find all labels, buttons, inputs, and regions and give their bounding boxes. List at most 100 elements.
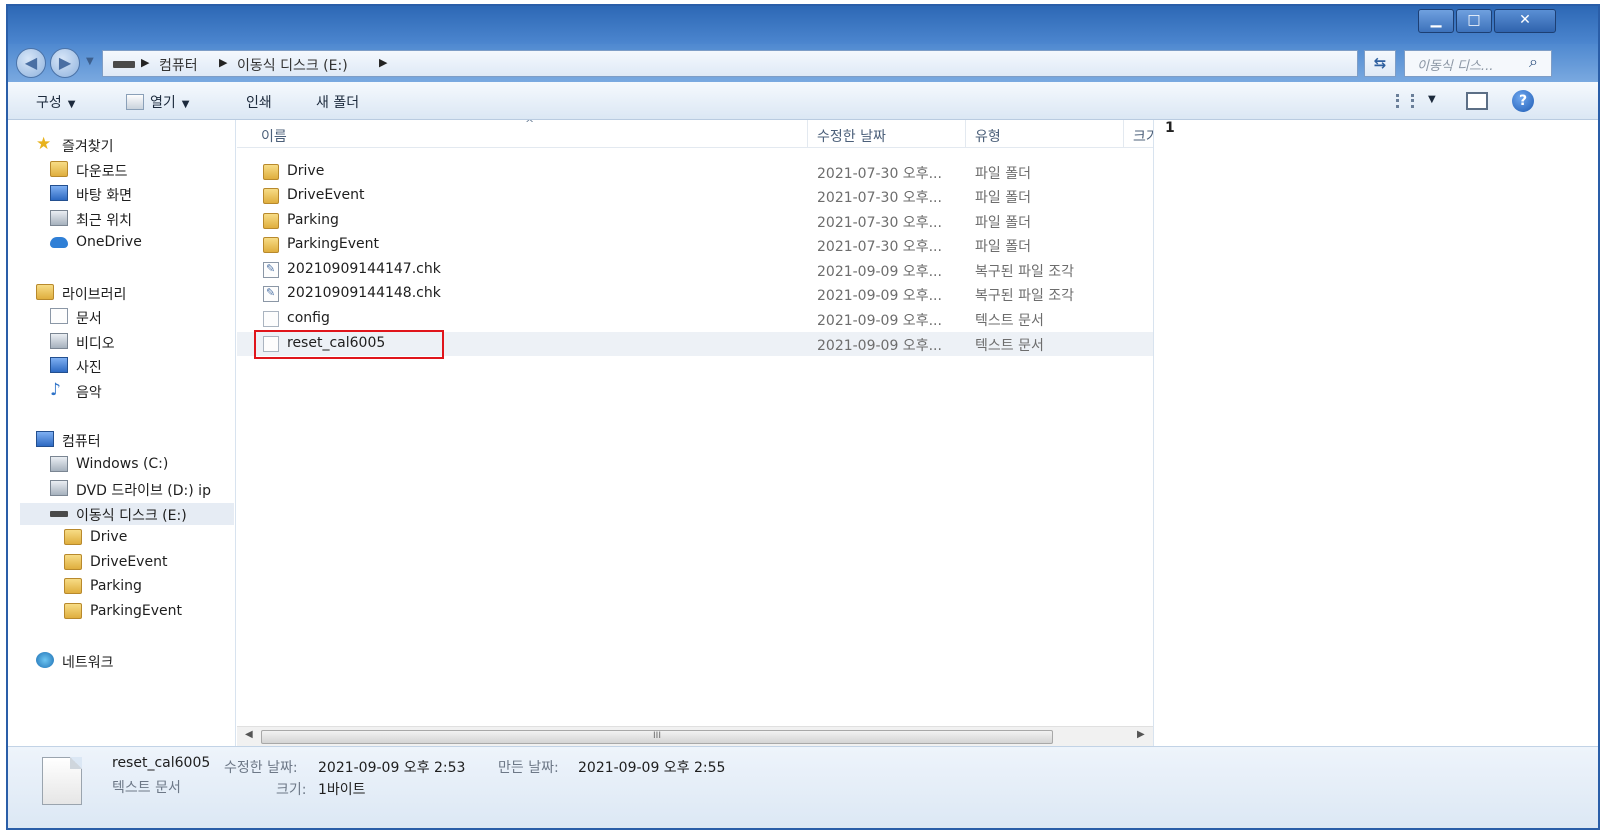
- command-bar: 구성 ▼ 열기 ▼ 인쇄 새 폴더 ▼ ?: [8, 82, 1598, 120]
- folder-icon: [64, 529, 82, 545]
- file-row[interactable]: 20210909144148.chk 2021-09-09 오후... 복구된 …: [237, 282, 1153, 306]
- column-name[interactable]: 이름: [261, 126, 287, 146]
- file-row[interactable]: Drive 2021-07-30 오후... 파일 폴더: [237, 160, 1153, 184]
- file-name: Parking: [287, 212, 339, 228]
- file-type: 파일 폴더: [975, 239, 1031, 255]
- open-button[interactable]: 열기 ▼: [126, 92, 189, 112]
- recent-places-icon: [50, 210, 68, 226]
- breadcrumb-separator[interactable]: ▶: [141, 56, 149, 69]
- highlight-box: [254, 330, 444, 359]
- help-button[interactable]: ?: [1512, 90, 1534, 112]
- file-date: 2021-07-30 오후...: [817, 190, 942, 206]
- column-header-row: ^ 이름 수정한 날짜 유형 크기: [237, 120, 1153, 148]
- explorer-window: ▁ □ ✕ ◀ ▶ ▼ ▶ 컴퓨터 ▶ 이동식 디스크 (E:) ▶ ▼ ⇆ 이…: [6, 4, 1600, 830]
- preview-pane-button[interactable]: [1466, 92, 1488, 110]
- preview-pane: 1: [1155, 120, 1598, 746]
- search-icon[interactable]: ⌕: [1529, 52, 1538, 72]
- title-bar: ▁ □ ✕: [8, 6, 1598, 44]
- nav-label: 비디오: [76, 336, 115, 352]
- nav-drive-e[interactable]: 이동식 디스크 (E:): [20, 503, 234, 525]
- chevron-down-icon: ▼: [181, 99, 190, 110]
- file-row[interactable]: ParkingEvent 2021-07-30 오후... 파일 폴더: [237, 233, 1153, 257]
- nav-label: OneDrive: [76, 234, 142, 250]
- file-name: ParkingEvent: [287, 236, 380, 252]
- new-folder-button[interactable]: 새 폴더: [316, 92, 359, 112]
- nav-label: 라이브러리: [62, 287, 127, 303]
- nav-label: 문서: [76, 311, 102, 327]
- file-date: 2021-09-09 오후...: [817, 288, 942, 304]
- navigation-pane: ★ 즐겨찾기 다운로드 바탕 화면 최근 위치 OneDrive 라이브러리 문서…: [8, 120, 236, 746]
- search-input[interactable]: 이동식 디스... ⌕: [1404, 50, 1552, 77]
- details-created-value: 2021-09-09 오후 2:55: [578, 760, 726, 776]
- nav-label: DriveEvent: [90, 554, 168, 570]
- address-bar[interactable]: ▶ 컴퓨터 ▶ 이동식 디스크 (E:) ▶ ▼: [102, 50, 1442, 77]
- refresh-button[interactable]: ⇆: [1364, 50, 1396, 77]
- file-row[interactable]: 20210909144147.chk 2021-09-09 오후... 복구된 …: [237, 258, 1153, 282]
- scroll-left-icon[interactable]: ◀: [245, 729, 253, 740]
- nav-label: DVD 드라이브 (D:) ip: [76, 483, 211, 499]
- column-divider[interactable]: [1123, 120, 1124, 148]
- library-icon: [36, 284, 54, 300]
- file-row[interactable]: DriveEvent 2021-07-30 오후... 파일 폴더: [237, 184, 1153, 208]
- file-name: 20210909144147.chk: [287, 261, 441, 277]
- breadcrumb-computer[interactable]: 컴퓨터: [159, 55, 198, 75]
- file-type: 복구된 파일 조각: [975, 288, 1075, 304]
- nav-label: ParkingEvent: [90, 603, 183, 619]
- view-options-icon[interactable]: [1396, 94, 1414, 108]
- close-button[interactable]: ✕: [1494, 9, 1556, 33]
- search-placeholder: 이동식 디스...: [1417, 59, 1494, 74]
- column-type[interactable]: 유형: [975, 126, 1001, 146]
- details-created-label: 만든 날짜:: [498, 760, 559, 776]
- folder-icon: [263, 213, 279, 229]
- minimize-button[interactable]: ▁: [1418, 9, 1454, 33]
- column-divider[interactable]: [965, 120, 966, 148]
- preview-text: 1: [1165, 120, 1175, 136]
- details-filename: reset_cal6005: [112, 755, 211, 771]
- maximize-button[interactable]: □: [1456, 9, 1492, 33]
- scroll-right-icon[interactable]: ▶: [1137, 729, 1145, 740]
- breadcrumb-removable-disk[interactable]: 이동식 디스크 (E:): [237, 55, 348, 75]
- nav-label: 다운로드: [76, 164, 128, 180]
- file-type: 복구된 파일 조각: [975, 264, 1075, 280]
- downloads-folder-icon: [50, 161, 68, 177]
- folder-icon: [263, 237, 279, 253]
- folder-icon: [263, 164, 279, 180]
- document-icon: [50, 308, 68, 324]
- computer-icon: [36, 431, 54, 447]
- recent-pages-dropdown[interactable]: ▼: [86, 56, 94, 67]
- back-button[interactable]: ◀: [16, 48, 46, 78]
- nav-label: Drive: [90, 529, 128, 545]
- details-filetype: 텍스트 문서: [112, 780, 181, 796]
- nav-label: 이동식 디스크 (E:): [76, 508, 187, 524]
- file-row[interactable]: config 2021-09-09 오후... 텍스트 문서: [237, 307, 1153, 331]
- chevron-down-icon: ▼: [67, 99, 76, 110]
- nav-label: 음악: [76, 385, 102, 401]
- column-modified[interactable]: 수정한 날짜: [817, 126, 886, 146]
- breadcrumb-separator[interactable]: ▶: [379, 56, 387, 69]
- organize-label: 구성: [36, 95, 62, 111]
- file-name: config: [287, 310, 330, 326]
- desktop-icon: [50, 185, 68, 201]
- sort-ascending-icon: ^: [525, 120, 535, 130]
- folder-icon: [64, 603, 82, 619]
- file-name: Drive: [287, 163, 325, 179]
- file-list-pane: ^ 이름 수정한 날짜 유형 크기 Drive 2021-07-30 오후...…: [237, 120, 1154, 746]
- view-dropdown-icon[interactable]: ▼: [1428, 94, 1436, 105]
- music-note-icon: ♪: [50, 380, 61, 400]
- nav-label: 최근 위치: [76, 213, 132, 229]
- removable-drive-icon: [50, 511, 68, 517]
- column-size[interactable]: 크기: [1133, 126, 1153, 146]
- forward-button[interactable]: ▶: [50, 48, 80, 78]
- file-type: 텍스트 문서: [975, 338, 1044, 354]
- horizontal-scrollbar[interactable]: ◀ III ▶: [237, 726, 1153, 746]
- file-row[interactable]: Parking 2021-07-30 오후... 파일 폴더: [237, 209, 1153, 233]
- column-divider[interactable]: [807, 120, 808, 148]
- print-button[interactable]: 인쇄: [246, 92, 272, 112]
- scrollbar-thumb[interactable]: III: [261, 730, 1053, 744]
- details-modified-label: 수정한 날짜:: [224, 760, 298, 776]
- nav-label: Parking: [90, 578, 142, 594]
- text-document-icon: [263, 311, 279, 327]
- organize-button[interactable]: 구성 ▼: [36, 92, 75, 112]
- film-icon: [50, 333, 68, 349]
- breadcrumb-separator[interactable]: ▶: [219, 56, 227, 69]
